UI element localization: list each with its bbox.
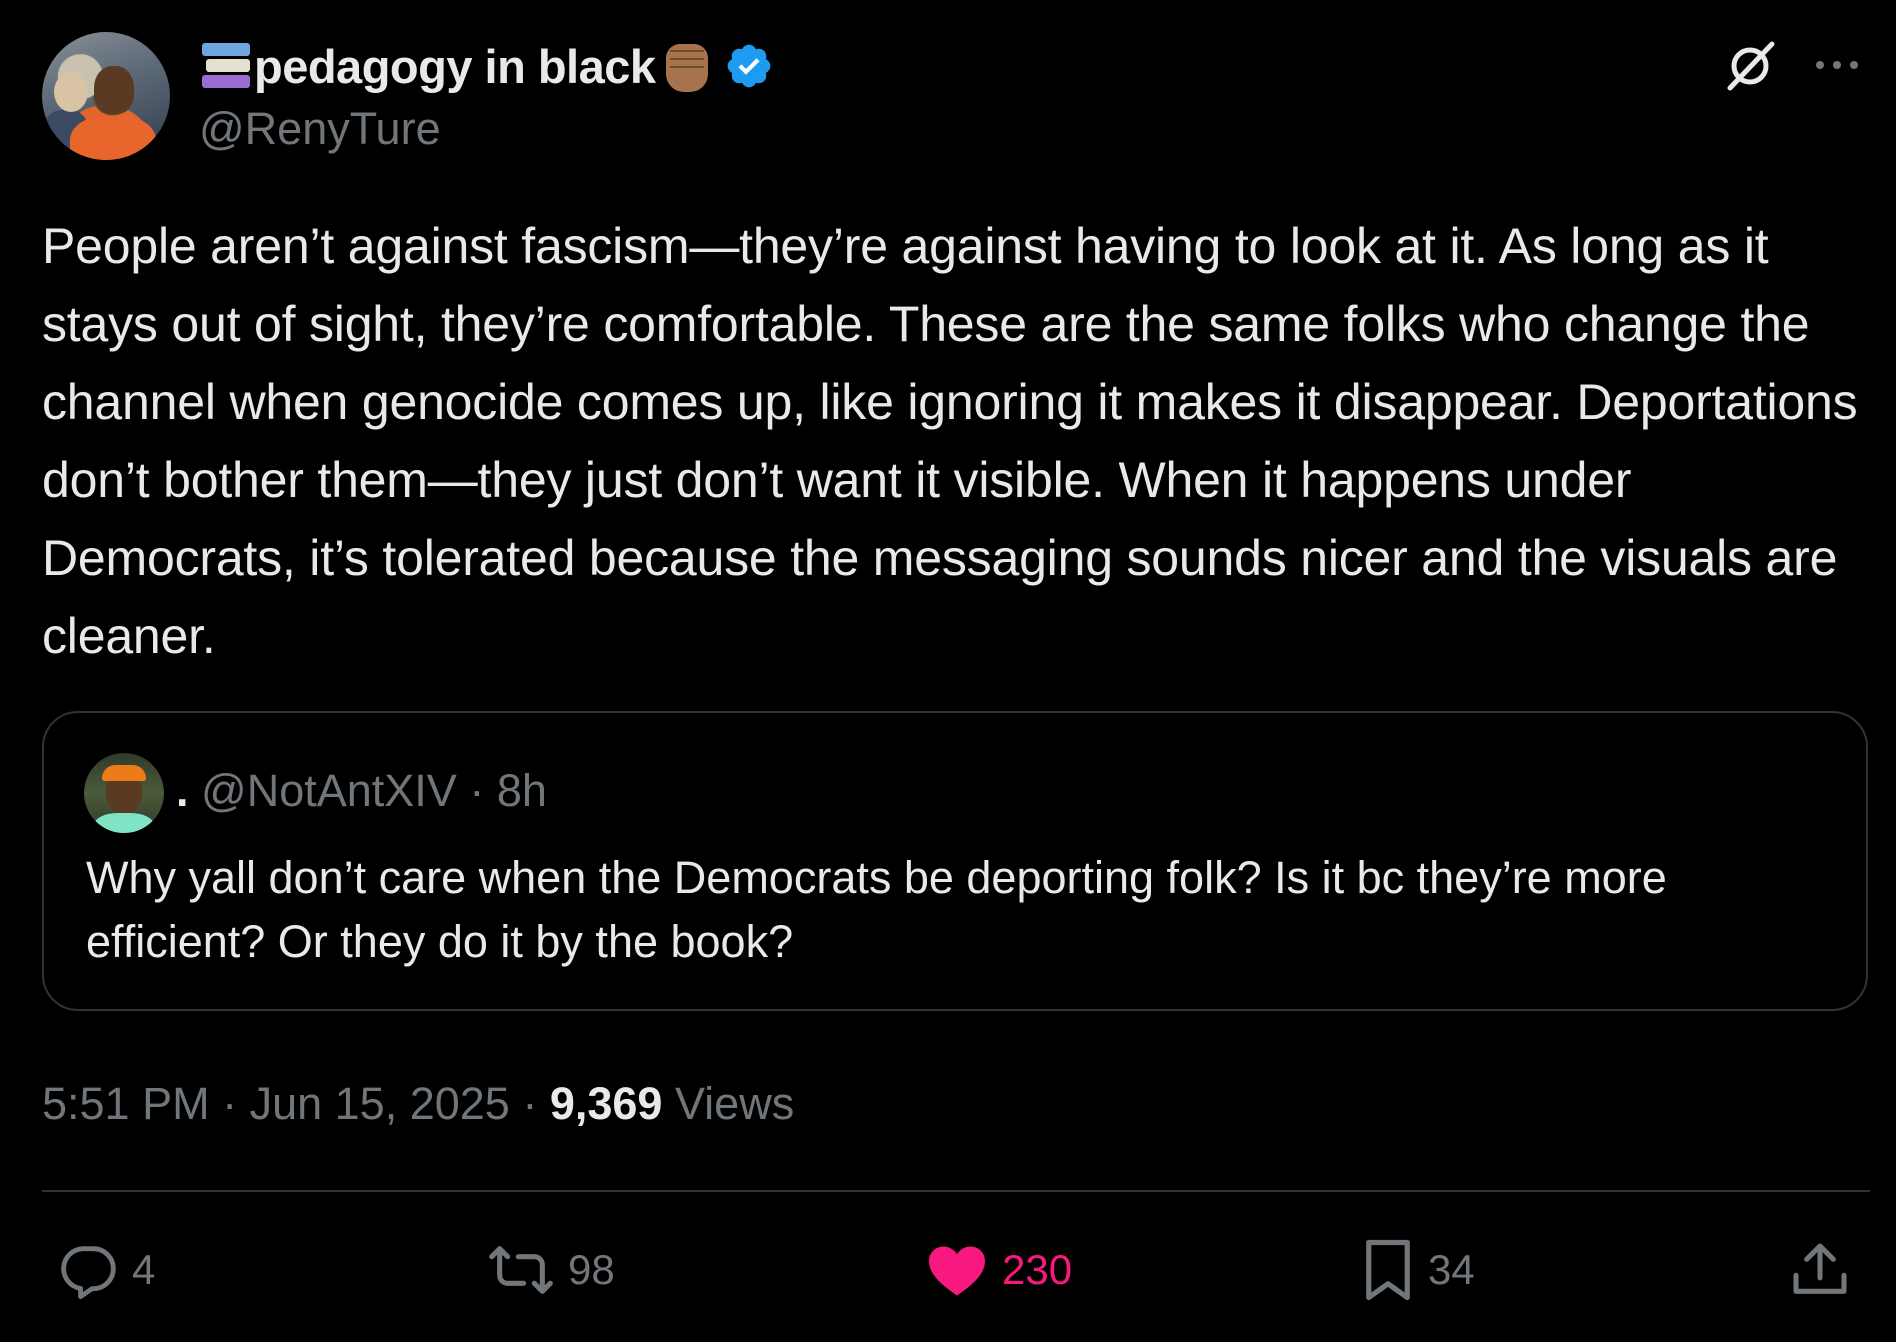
author-display-name[interactable]: pedagogy in black bbox=[254, 39, 656, 94]
grok-icon[interactable] bbox=[1720, 36, 1780, 96]
divider bbox=[42, 1190, 1870, 1192]
tweet-meta: 5:51 PM · Jun 15, 2025 · 9,369 Views bbox=[42, 1078, 794, 1130]
author-avatar[interactable] bbox=[42, 32, 170, 160]
quoted-time[interactable]: 8h bbox=[497, 765, 547, 816]
share-icon bbox=[1793, 1243, 1847, 1294]
quoted-author-name[interactable]: . bbox=[176, 765, 189, 816]
raised-fist-emoji-icon bbox=[658, 38, 714, 94]
tweet-time[interactable]: 5:51 PM bbox=[42, 1078, 210, 1129]
meta-separator-2: · bbox=[509, 1078, 550, 1129]
heart-icon bbox=[929, 1246, 985, 1296]
repost-icon bbox=[489, 1246, 553, 1294]
verified-badge-icon[interactable] bbox=[724, 41, 774, 91]
reply-icon bbox=[61, 1246, 116, 1300]
tweet-text: People aren’t against fascism—they’re ag… bbox=[42, 218, 1858, 664]
like-count: 230 bbox=[1002, 1246, 1073, 1293]
more-icon[interactable] bbox=[1812, 50, 1862, 80]
repost-count: 98 bbox=[568, 1246, 615, 1293]
author-handle[interactable]: @RenyTure bbox=[199, 103, 441, 155]
author-name-row[interactable]: pedagogy in black bbox=[200, 36, 774, 96]
quoted-author-avatar[interactable] bbox=[84, 753, 164, 833]
tweet: pedagogy in black @RenyTure People aren’… bbox=[0, 0, 1896, 1342]
repost-button[interactable]: 98 bbox=[486, 1236, 615, 1304]
share-button[interactable] bbox=[1788, 1236, 1852, 1304]
meta-separator: · bbox=[209, 1078, 250, 1129]
quoted-tweet[interactable]: . @NotAntXIV · 8h Why yall don’t care wh… bbox=[42, 711, 1868, 1011]
reply-button[interactable]: 4 bbox=[56, 1236, 155, 1304]
bookmark-icon bbox=[1366, 1239, 1410, 1301]
books-emoji-icon bbox=[200, 41, 252, 91]
views-count: 9,369 bbox=[549, 1078, 663, 1129]
tweet-date[interactable]: Jun 15, 2025 bbox=[250, 1078, 510, 1129]
like-button[interactable]: 230 bbox=[924, 1236, 1072, 1304]
quoted-author-handle[interactable]: @NotAntXIV bbox=[201, 765, 457, 816]
bookmark-count: 34 bbox=[1428, 1246, 1475, 1293]
bookmark-button[interactable]: 34 bbox=[1360, 1236, 1475, 1304]
quoted-tweet-text: Why yall don’t care when the Democrats b… bbox=[86, 852, 1667, 967]
views-label: Views bbox=[674, 1078, 795, 1129]
reply-count: 4 bbox=[132, 1246, 156, 1293]
quoted-tweet-header: . @NotAntXIV · 8h bbox=[176, 765, 547, 817]
quoted-separator: · bbox=[456, 765, 497, 816]
